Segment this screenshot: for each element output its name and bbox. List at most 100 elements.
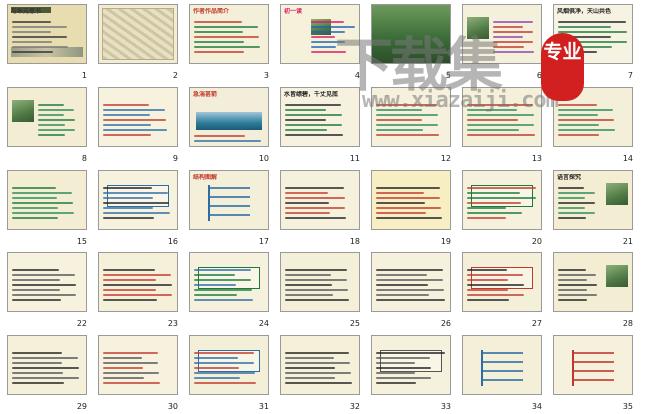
text-line — [103, 134, 152, 136]
text-line — [285, 382, 352, 384]
slide-thumbnail[interactable]: 初一读 — [280, 4, 360, 64]
slide-text-lines — [12, 18, 82, 59]
text-line — [467, 119, 519, 121]
slide-thumbnail[interactable]: 急湍甚箭 — [189, 87, 269, 147]
slide-content — [99, 171, 177, 229]
slide-content — [190, 253, 268, 311]
slide-thumbnail[interactable] — [189, 252, 269, 312]
slide-content: 初一读 — [281, 5, 359, 63]
text-line — [493, 31, 534, 33]
text-line — [558, 36, 612, 38]
text-line — [103, 377, 144, 379]
slide-thumbnail[interactable] — [371, 335, 451, 395]
slide-thumbnail[interactable] — [7, 252, 87, 312]
text-line — [285, 119, 327, 121]
text-line — [467, 124, 535, 126]
text-line — [376, 202, 425, 204]
slide-thumbnail[interactable]: 作者作品简介 — [189, 4, 269, 64]
slide-thumbnail[interactable] — [7, 87, 87, 147]
text-line — [103, 212, 170, 214]
slide-thumbnail[interactable] — [280, 170, 360, 230]
slide-text-lines — [285, 184, 355, 225]
slide-thumbnail[interactable] — [462, 87, 542, 147]
slide-content — [554, 253, 632, 311]
slide-text-lines — [194, 349, 264, 390]
text-line — [194, 41, 244, 43]
slide-thumbnail[interactable] — [553, 335, 633, 395]
text-line — [194, 26, 259, 28]
slide-content — [463, 253, 541, 311]
slide-thumbnail[interactable] — [98, 4, 178, 64]
text-line — [558, 114, 598, 116]
text-line — [103, 114, 150, 116]
text-line — [558, 134, 600, 136]
slide-thumbnail[interactable] — [462, 335, 542, 395]
text-line — [12, 21, 51, 23]
text-line — [194, 31, 243, 33]
text-line — [376, 114, 438, 116]
slide-thumbnail[interactable] — [371, 4, 451, 64]
slide-text-lines — [194, 266, 264, 307]
text-line — [376, 352, 446, 354]
text-line — [194, 135, 246, 137]
text-line — [285, 124, 343, 126]
slide-thumbnail[interactable] — [7, 335, 87, 395]
slide-number: 26 — [440, 319, 451, 328]
slide-thumbnail[interactable] — [462, 4, 542, 64]
text-line — [558, 124, 599, 126]
text-line — [285, 212, 330, 214]
text-line — [376, 134, 439, 136]
text-line — [38, 129, 75, 131]
slide-thumbnail[interactable] — [371, 252, 451, 312]
text-line — [558, 51, 597, 53]
slide-thumbnail[interactable] — [462, 252, 542, 312]
text-line — [194, 372, 255, 374]
slide-thumbnail[interactable] — [462, 170, 542, 230]
text-line — [12, 197, 57, 199]
slide-thumbnail[interactable] — [280, 335, 360, 395]
slide-thumbnail[interactable] — [7, 170, 87, 230]
slide-thumbnail[interactable] — [280, 252, 360, 312]
slide-thumbnail[interactable]: 语言探究 — [553, 170, 633, 230]
text-line — [103, 119, 166, 121]
slide-thumbnail[interactable]: 结构图解 — [189, 170, 269, 230]
slide-thumbnail[interactable] — [553, 252, 633, 312]
text-line — [285, 114, 342, 116]
diagram-branch — [483, 361, 523, 363]
text-line — [285, 357, 334, 359]
slide-thumbnail[interactable] — [371, 170, 451, 230]
text-line — [38, 109, 75, 111]
text-line — [376, 109, 422, 111]
text-line — [194, 357, 239, 359]
text-line — [558, 207, 586, 209]
text-line — [376, 274, 428, 276]
slide-thumbnail[interactable] — [189, 335, 269, 395]
text-line — [376, 187, 440, 189]
slide-thumbnail[interactable] — [98, 87, 178, 147]
text-line — [467, 294, 525, 296]
slide-number: 13 — [531, 154, 542, 163]
slide-text-lines — [311, 18, 355, 59]
slide-thumbnail[interactable] — [553, 87, 633, 147]
text-line — [103, 357, 143, 359]
text-line — [103, 187, 152, 189]
slide-thumbnail[interactable] — [98, 252, 178, 312]
slide-thumbnail[interactable] — [98, 335, 178, 395]
slide-content — [8, 88, 86, 146]
slide-content — [99, 88, 177, 146]
text-line — [558, 46, 612, 48]
slide-thumbnail[interactable] — [371, 87, 451, 147]
slide-number: 34 — [531, 402, 542, 411]
slide-thumbnail[interactable]: 与朱元思书 — [7, 4, 87, 64]
text-line — [376, 382, 416, 384]
diagram-branch — [574, 379, 614, 381]
slide-thumbnail[interactable] — [98, 170, 178, 230]
slide-thumbnail[interactable]: 风烟俱净，天山共色 — [553, 4, 633, 64]
text-line — [493, 46, 524, 48]
text-line — [103, 362, 159, 364]
text-line — [558, 294, 598, 296]
text-line — [467, 202, 521, 204]
text-line — [376, 372, 416, 374]
text-line — [194, 274, 236, 276]
slide-thumbnail[interactable]: 水皆缥碧，千丈见底 — [280, 87, 360, 147]
